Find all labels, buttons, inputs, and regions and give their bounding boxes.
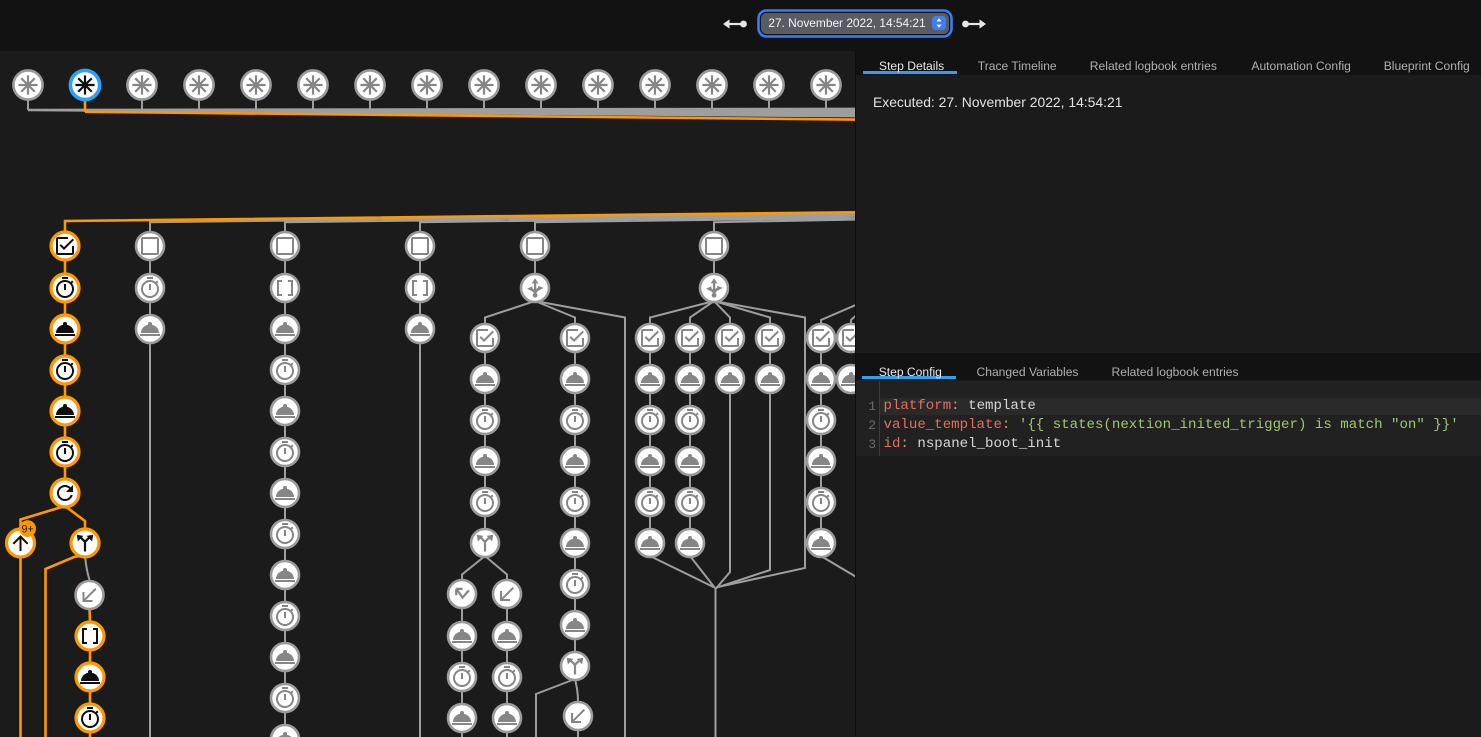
svg-text:9+: 9+ bbox=[21, 523, 33, 535]
